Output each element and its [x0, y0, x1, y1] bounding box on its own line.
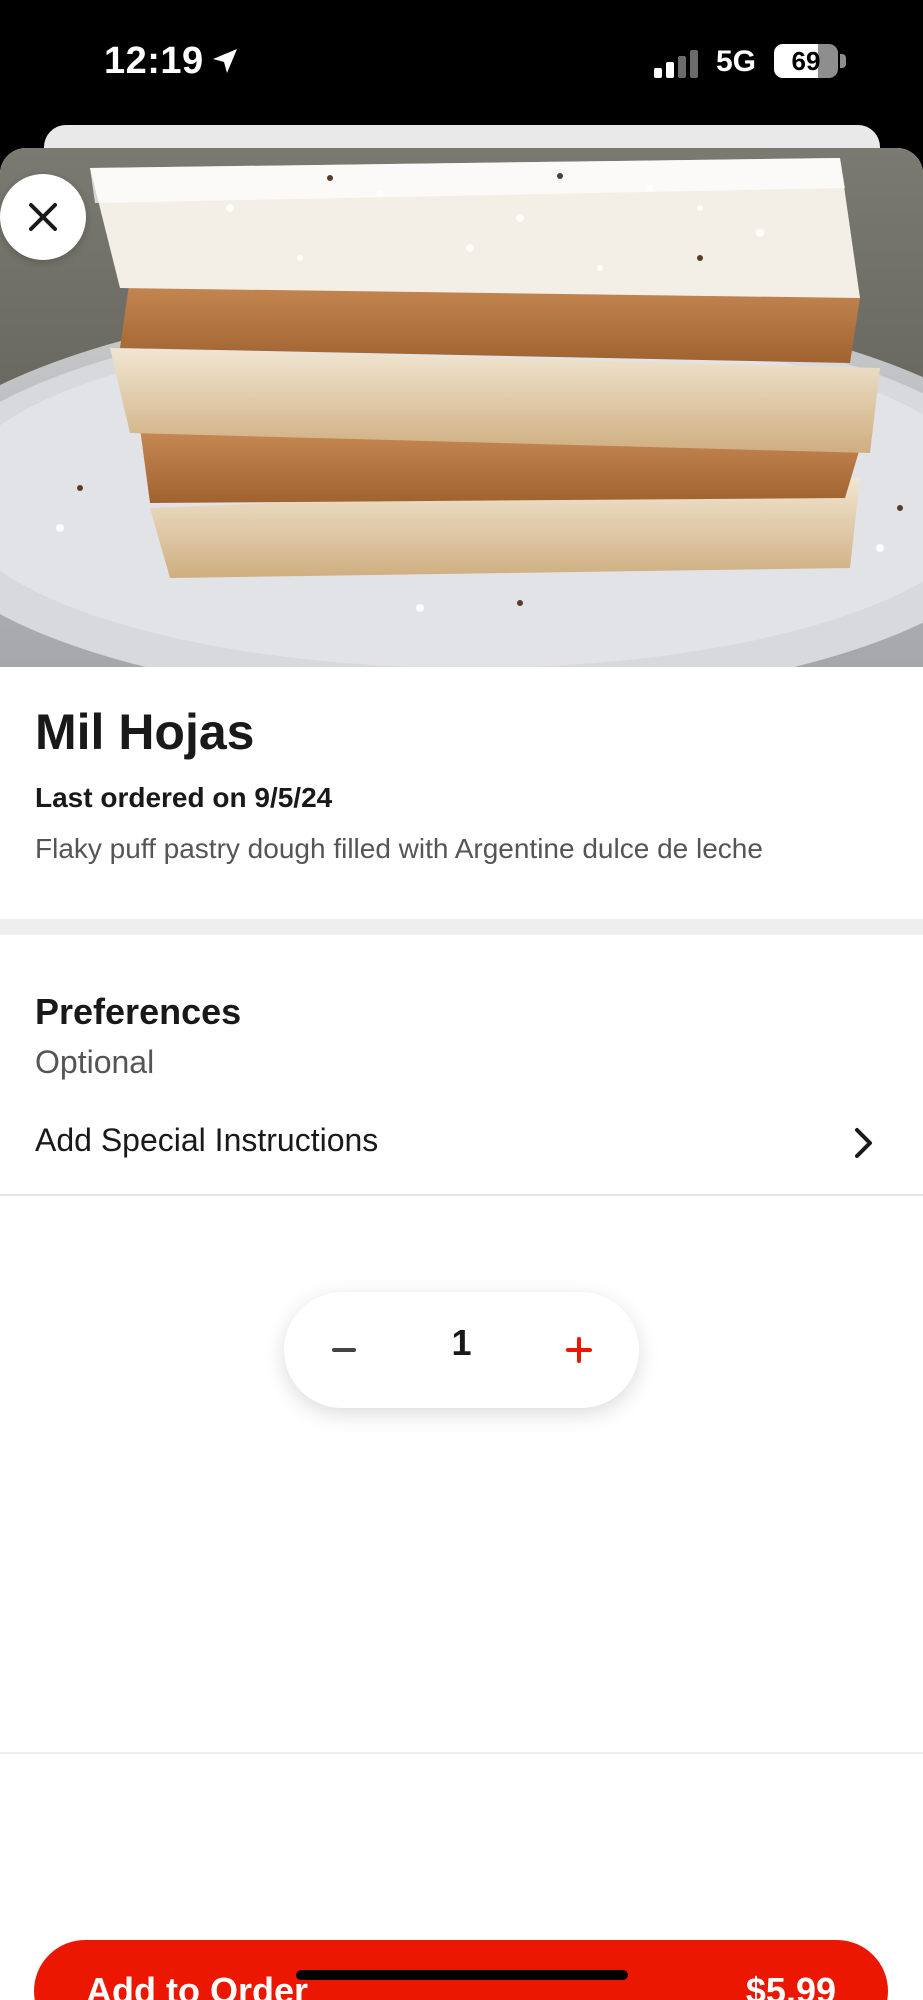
- network-label: 5G: [716, 45, 757, 78]
- quantity-value: 1: [451, 1322, 472, 1363]
- increment-button[interactable]: [549, 1320, 609, 1380]
- home-indicator[interactable]: [296, 1970, 628, 1980]
- minus-icon: [332, 1348, 356, 1352]
- location-arrow-icon: [213, 49, 237, 73]
- order-price: $5.99: [745, 1970, 836, 2000]
- close-icon: [29, 203, 57, 231]
- battery-cap: [840, 54, 846, 68]
- battery-icon: 69: [774, 44, 838, 78]
- close-button[interactable]: [0, 174, 86, 260]
- special-instructions-row[interactable]: Add Special Instructions: [0, 1088, 923, 1196]
- pastry-illustration: [0, 148, 923, 667]
- quantity-stepper[interactable]: 1: [284, 1292, 639, 1408]
- plus-icon: [566, 1337, 592, 1363]
- decrement-button[interactable]: [314, 1320, 374, 1380]
- signal-icon: [654, 50, 698, 78]
- battery-level: 69: [791, 46, 821, 76]
- special-instructions-label: Add Special Instructions: [35, 1122, 379, 1158]
- last-ordered-text: Last ordered on 9/5/24: [35, 782, 333, 813]
- section-divider: [0, 919, 923, 935]
- preferences-subtitle: Optional: [35, 1044, 155, 1080]
- status-bar: 12:19 5G 69: [0, 0, 923, 125]
- chevron-right-icon: [855, 1128, 872, 1158]
- add-to-order-label: Add to Order: [86, 1970, 308, 2000]
- footer-bar: Add to Order $5.99: [0, 1752, 923, 2000]
- item-image: [0, 148, 923, 667]
- item-sheet: Mil Hojas Last ordered on 9/5/24 Flaky p…: [0, 148, 923, 2000]
- item-title: Mil Hojas: [35, 704, 255, 760]
- item-description: Flaky puff pastry dough filled with Arge…: [35, 833, 763, 864]
- preferences-title: Preferences: [35, 991, 242, 1032]
- status-time: 12:19: [104, 40, 204, 82]
